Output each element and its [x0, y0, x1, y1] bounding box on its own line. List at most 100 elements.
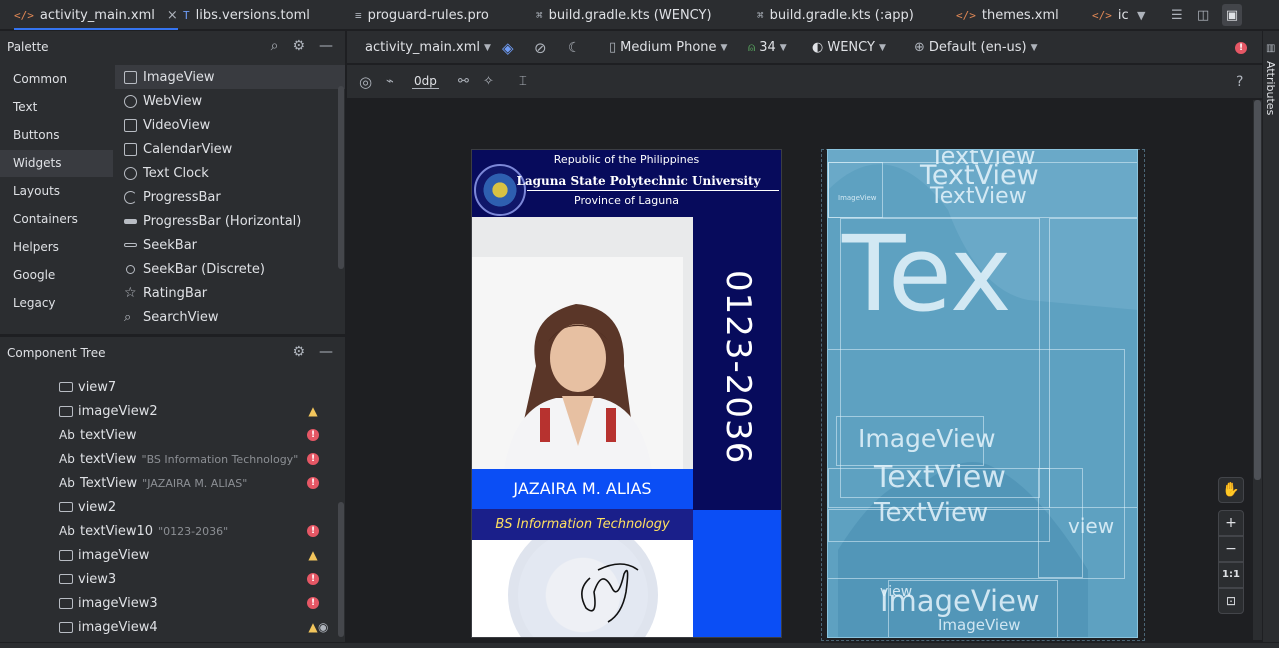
signature: [581, 563, 639, 623]
attributes-side-strip[interactable]: ▥ Attributes: [1262, 31, 1279, 642]
palette-scrollbar[interactable]: [338, 86, 344, 269]
palette-category-text[interactable]: Text: [0, 94, 113, 121]
tree-item-textview-name[interactable]: Ab TextView "JAZAIRA M. ALIAS" !: [59, 471, 319, 495]
palette-widget-searchview[interactable]: ⌕ SearchView: [115, 305, 345, 329]
palette-category-common[interactable]: Common: [0, 66, 113, 93]
blueprint-icon[interactable]: ⊘: [534, 31, 547, 64]
palette-widget-ratingbar[interactable]: ☆ RatingBar: [115, 281, 345, 305]
code-view-icon[interactable]: ☰: [1171, 0, 1183, 30]
palette-widget-progressbar-horizontal[interactable]: ProgressBar (Horizontal): [115, 209, 345, 233]
chevron-down-icon[interactable]: ▼: [1137, 0, 1145, 30]
default-margin-button[interactable]: 0dp: [412, 65, 439, 98]
tree-item-textview10[interactable]: Ab textView10 "0123-2036" !: [59, 519, 319, 543]
gear-icon[interactable]: ⚙: [292, 38, 305, 54]
pan-hand-icon[interactable]: ✋: [1218, 477, 1244, 503]
error-indicator[interactable]: !: [1235, 31, 1247, 64]
search-icon[interactable]: ⌕: [271, 38, 279, 54]
tree-item-view7[interactable]: view7: [59, 375, 319, 399]
palette-category-widgets[interactable]: Widgets: [0, 150, 113, 177]
guidelines-icon[interactable]: ⌶: [519, 65, 527, 98]
tab-activity-main[interactable]: </> activity_main.xml ×: [14, 0, 178, 30]
tab-ic[interactable]: </> ic: [1092, 0, 1129, 30]
globe-icon: ⊕: [914, 40, 925, 55]
error-icon[interactable]: !: [307, 525, 319, 537]
tab-label: build.gradle.kts (:app): [769, 7, 914, 23]
tree-item-imageview2[interactable]: imageView2 ▲: [59, 399, 319, 423]
tab-build-gradle-wency[interactable]: ⌘ build.gradle.kts (WENCY): [536, 0, 712, 30]
tree-item-imageview4[interactable]: imageView4 ▲: [59, 615, 319, 639]
error-icon[interactable]: !: [307, 573, 319, 585]
image-icon: [59, 405, 73, 417]
tree-item-imageview[interactable]: imageView ▲: [59, 543, 319, 567]
palette-title: Palette: [7, 40, 49, 54]
calendar-icon: [124, 142, 137, 156]
tab-build-gradle-app[interactable]: ⌘ build.gradle.kts (:app): [757, 0, 914, 30]
layout-file-dropdown[interactable]: activity_main.xml ▼: [365, 31, 491, 64]
tree-item-label: view7: [78, 379, 117, 395]
tab-themes[interactable]: </> themes.xml: [956, 0, 1059, 30]
tree-item-view2[interactable]: view2: [59, 495, 319, 519]
warning-icon[interactable]: ▲: [307, 549, 319, 561]
error-icon[interactable]: !: [307, 597, 319, 609]
night-mode-icon[interactable]: ☾: [568, 31, 581, 64]
tree-item-textview-course[interactable]: Ab textView "BS Information Technology" …: [59, 447, 319, 471]
api-level-dropdown[interactable]: ⍝ 34 ▼: [748, 31, 787, 64]
eye-icon[interactable]: ◎: [359, 65, 372, 98]
palette-widget-calendarview[interactable]: CalendarView: [115, 137, 345, 161]
palette-widget-imageview[interactable]: ImageView: [115, 65, 345, 89]
device-dropdown[interactable]: ▯ Medium Phone ▼: [609, 31, 727, 64]
tree-item-textview[interactable]: Ab textView !: [59, 423, 319, 447]
clear-constraints-icon[interactable]: ⚯: [458, 65, 469, 98]
blueprint-preview[interactable]: TextView TextView TextView ImageView Tex…: [827, 149, 1138, 638]
error-icon[interactable]: !: [307, 477, 319, 489]
palette-category-buttons[interactable]: Buttons: [0, 122, 113, 149]
layers-icon[interactable]: ◈: [502, 31, 514, 64]
zoom-in-button[interactable]: +: [1218, 510, 1244, 536]
palette-widget-textclock[interactable]: Text Clock: [115, 161, 345, 185]
id-card-preview[interactable]: Republic of the Philippines Laguna State…: [471, 149, 782, 638]
xml-file-icon: </>: [956, 8, 976, 22]
zoom-actual-size-button[interactable]: 1:1: [1218, 562, 1244, 588]
tree-item-imageview3[interactable]: imageView3 !: [59, 591, 319, 615]
visibility-icon[interactable]: ◉: [318, 620, 328, 634]
gear-icon[interactable]: ⚙: [292, 344, 305, 360]
palette-category-layouts[interactable]: Layouts: [0, 178, 113, 205]
zoom-out-button[interactable]: −: [1218, 536, 1244, 562]
star-icon: ☆: [124, 285, 137, 301]
help-icon[interactable]: ?: [1236, 65, 1243, 98]
seekbar-icon: [124, 243, 137, 247]
palette-category-containers[interactable]: Containers: [0, 206, 113, 233]
palette-category-legacy[interactable]: Legacy: [0, 290, 113, 317]
palette-category-helpers[interactable]: Helpers: [0, 234, 113, 261]
palette-widget-seekbar-discrete[interactable]: SeekBar (Discrete): [115, 257, 345, 281]
close-icon[interactable]: ×: [167, 8, 178, 23]
side-band-accent: [693, 510, 781, 637]
design-view-icon[interactable]: ▣: [1222, 4, 1242, 26]
tree-item-view3[interactable]: view3 !: [59, 567, 319, 591]
autoconnect-icon[interactable]: ⌁: [386, 65, 394, 98]
tree-item-label: textView: [80, 451, 137, 467]
warning-icon[interactable]: ▲: [307, 405, 319, 417]
infer-constraints-icon[interactable]: ✧: [483, 65, 494, 98]
split-view-icon[interactable]: ◫: [1197, 0, 1209, 30]
palette-category-google[interactable]: Google: [0, 262, 113, 289]
canvas-vertical-scrollbar[interactable]: [1253, 100, 1262, 640]
palette-widget-webview[interactable]: WebView: [115, 89, 345, 113]
tab-proguard[interactable]: ≡ proguard-rules.pro: [355, 0, 489, 30]
tree-item-hint: "0123-2036": [158, 524, 229, 538]
palette-widget-progressbar[interactable]: ProgressBar: [115, 185, 345, 209]
locale-dropdown[interactable]: ⊕ Default (en-us) ▼: [914, 31, 1038, 64]
theme-icon: ◐: [812, 40, 824, 55]
error-icon[interactable]: !: [307, 453, 319, 465]
zoom-fit-icon[interactable]: ⊡: [1218, 588, 1244, 614]
tree-scrollbar[interactable]: [338, 502, 344, 637]
scroll-thumb[interactable]: [1254, 100, 1261, 480]
theme-dropdown[interactable]: ◐ WENCY ▼: [812, 31, 886, 64]
minimize-icon[interactable]: —: [319, 38, 333, 54]
minimize-icon[interactable]: —: [319, 344, 333, 360]
tab-libs-versions[interactable]: T libs.versions.toml: [183, 0, 310, 30]
error-icon[interactable]: !: [307, 429, 319, 441]
tree-item-label: TextView: [80, 475, 138, 491]
palette-widget-videoview[interactable]: VideoView: [115, 113, 345, 137]
palette-widget-seekbar[interactable]: SeekBar: [115, 233, 345, 257]
